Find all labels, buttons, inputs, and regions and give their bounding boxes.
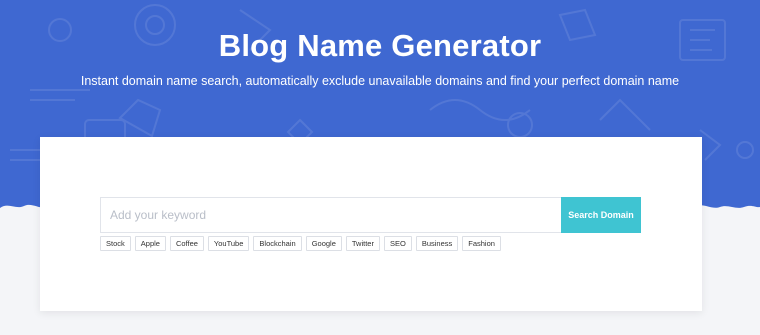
tag-fashion[interactable]: Fashion: [462, 236, 501, 251]
keyword-tags: Stock Apple Coffee YouTube Blockchain Go…: [100, 236, 501, 251]
tag-seo[interactable]: SEO: [383, 236, 412, 251]
tag-coffee[interactable]: Coffee: [169, 236, 204, 251]
tag-apple[interactable]: Apple: [134, 236, 166, 251]
tag-blockchain[interactable]: Blockchain: [253, 236, 302, 251]
tag-stock[interactable]: Stock: [100, 236, 131, 251]
search-card: Search Domain Stock Apple Coffee YouTube…: [40, 137, 702, 311]
search-domain-button[interactable]: Search Domain: [561, 197, 641, 233]
search-bar: Search Domain: [100, 197, 641, 233]
tag-twitter[interactable]: Twitter: [345, 236, 380, 251]
page-title: Blog Name Generator: [218, 28, 542, 63]
tag-google[interactable]: Google: [305, 236, 342, 251]
tag-youtube[interactable]: YouTube: [207, 236, 250, 251]
page-subtitle: Instant domain name search, automaticall…: [80, 74, 680, 88]
tag-business[interactable]: Business: [415, 236, 459, 251]
keyword-input[interactable]: [100, 197, 561, 233]
